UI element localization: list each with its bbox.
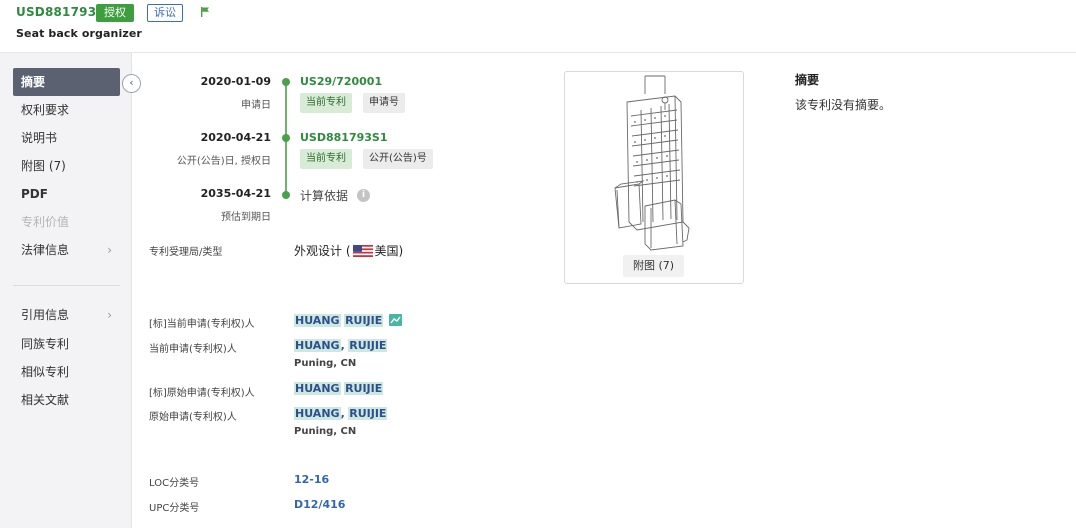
application-number-tag: 申请号 bbox=[363, 93, 405, 113]
applicant-name-part: RUIJIE bbox=[344, 314, 384, 327]
sidebar-item-family[interactable]: 同族专利 bbox=[13, 330, 120, 358]
chevron-left-icon: ‹ bbox=[129, 76, 134, 89]
flag-icon[interactable] bbox=[199, 6, 211, 18]
loc-class-link[interactable]: 12-16 bbox=[294, 473, 329, 486]
applicant-name-part: RUIJIE bbox=[344, 382, 384, 395]
sidebar-item-citations[interactable]: 引用信息 › bbox=[13, 301, 120, 329]
design-type-suffix: ) bbox=[398, 244, 404, 258]
sidebar-item-claims[interactable]: 权利要求 bbox=[13, 96, 120, 124]
current-patent-tag: 当前专利 bbox=[300, 93, 352, 113]
sidebar-item-figures[interactable]: 附图 (7) bbox=[13, 152, 120, 180]
trend-chart-icon[interactable] bbox=[388, 314, 402, 326]
collapse-sidebar-button[interactable]: ‹ bbox=[122, 74, 141, 93]
applicant-name-part: RUIJIE bbox=[348, 407, 388, 420]
chevron-right-icon: › bbox=[107, 308, 112, 322]
abstract-title: 摘要 bbox=[795, 73, 820, 87]
publication-number[interactable]: USD881793S1 bbox=[300, 131, 387, 144]
seat-organizer-drawing bbox=[614, 75, 690, 251]
std-original-applicant-label: [标]原始申请(专利权)人 bbox=[149, 388, 255, 399]
sidebar-item-label: 相关文献 bbox=[21, 393, 70, 407]
timeline-date: 2035-04-21 bbox=[200, 187, 271, 200]
timeline-dot bbox=[282, 134, 290, 142]
timeline-date-label: 公开(公告)日, 授权日 bbox=[176, 156, 271, 167]
original-applicant-location: Puning, CN bbox=[294, 426, 357, 437]
applicant-name-part: HUANG bbox=[294, 382, 341, 395]
figure-caption[interactable]: 附图 (7) bbox=[623, 255, 685, 277]
sidebar-item-label: 同族专利 bbox=[21, 337, 70, 351]
sidebar-divider bbox=[13, 285, 120, 286]
std-current-applicant-label: [标]当前申请(专利权)人 bbox=[149, 319, 255, 330]
us-flag-icon bbox=[352, 245, 373, 257]
sidebar-item-abstract[interactable]: 摘要 bbox=[13, 68, 120, 96]
sidebar-item-label: 权利要求 bbox=[21, 103, 70, 117]
sidebar-item-related-docs[interactable]: 相关文献 bbox=[13, 386, 120, 414]
timeline-dot bbox=[282, 191, 290, 199]
patent-title: Seat back organizer bbox=[16, 27, 142, 40]
country-text: 美国 bbox=[374, 244, 399, 258]
sidebar-item-label: 摘要 bbox=[21, 75, 46, 89]
sidebar: 摘要 权利要求 说明书 附图 (7) PDF 专利价值 法律信息 › 引用信息 › … bbox=[0, 53, 132, 528]
sidebar-item-label: 相似专利 bbox=[21, 365, 70, 379]
figure-panel[interactable]: 附图 (7) bbox=[564, 71, 744, 284]
timeline-date-label: 申请日 bbox=[241, 100, 271, 111]
office-type-label: 专利受理局/类型 bbox=[149, 247, 223, 258]
applicant-name-part: HUANG bbox=[294, 339, 341, 352]
loc-class-label: LOC分类号 bbox=[149, 478, 200, 489]
current-applicant-location: Puning, CN bbox=[294, 358, 357, 369]
timeline-date-label: 预估到期日 bbox=[221, 212, 271, 223]
original-applicant-value[interactable]: HUANG, RUIJIE bbox=[294, 407, 388, 420]
design-type-text: 外观设计 ( bbox=[294, 244, 351, 258]
current-patent-tag: 当前专利 bbox=[300, 149, 352, 169]
sidebar-item-description[interactable]: 说明书 bbox=[13, 124, 120, 152]
publication-number-tag: 公开(公告)号 bbox=[363, 149, 433, 169]
std-original-applicant-value[interactable]: HUANG RUIJIE bbox=[294, 382, 384, 395]
abstract-text: 该专利没有摘要。 bbox=[795, 98, 892, 112]
timeline-dot bbox=[282, 78, 290, 86]
current-applicant-value[interactable]: HUANG, RUIJIE bbox=[294, 339, 388, 352]
sidebar-item-label: 附图 (7) bbox=[21, 159, 66, 173]
current-applicant-label: 当前申请(专利权)人 bbox=[149, 344, 237, 355]
std-current-applicant-value[interactable]: HUANG RUIJIE bbox=[294, 314, 402, 327]
sidebar-item-label: 说明书 bbox=[21, 131, 58, 145]
office-type-value: 外观设计 ( 美国) bbox=[294, 242, 403, 259]
applicant-name-part: HUANG bbox=[294, 314, 341, 327]
applicant-name-part: RUIJIE bbox=[348, 339, 388, 352]
sidebar-item-pdf[interactable]: PDF bbox=[13, 180, 120, 208]
calculation-basis-label: 计算依据 bbox=[300, 189, 349, 203]
sidebar-item-label: 引用信息 bbox=[21, 308, 70, 322]
application-number[interactable]: US29/720001 bbox=[300, 75, 382, 88]
patent-header: USD881793S1 授权 诉讼 Seat back organizer bbox=[0, 0, 1076, 53]
sidebar-item-label: 专利价值 bbox=[21, 215, 70, 229]
applicant-name-part: HUANG bbox=[294, 407, 341, 420]
sidebar-item-similar[interactable]: 相似专利 bbox=[13, 358, 120, 386]
sidebar-item-patent-value: 专利价值 bbox=[13, 208, 120, 236]
timeline-date: 2020-01-09 bbox=[200, 75, 271, 88]
original-applicant-label: 原始申请(专利权)人 bbox=[149, 412, 237, 423]
info-icon[interactable]: i bbox=[357, 189, 370, 202]
sidebar-item-label: 法律信息 bbox=[21, 243, 70, 257]
chevron-right-icon: › bbox=[107, 243, 112, 257]
timeline-date: 2020-04-21 bbox=[200, 131, 271, 144]
sidebar-item-legal-info[interactable]: 法律信息 › bbox=[13, 236, 120, 264]
upc-class-label: UPC分类号 bbox=[149, 503, 200, 514]
sidebar-item-label: PDF bbox=[21, 187, 48, 201]
status-badge: 授权 bbox=[96, 4, 134, 22]
upc-class-link[interactable]: D12/416 bbox=[294, 498, 345, 511]
litigation-badge[interactable]: 诉讼 bbox=[147, 4, 183, 22]
